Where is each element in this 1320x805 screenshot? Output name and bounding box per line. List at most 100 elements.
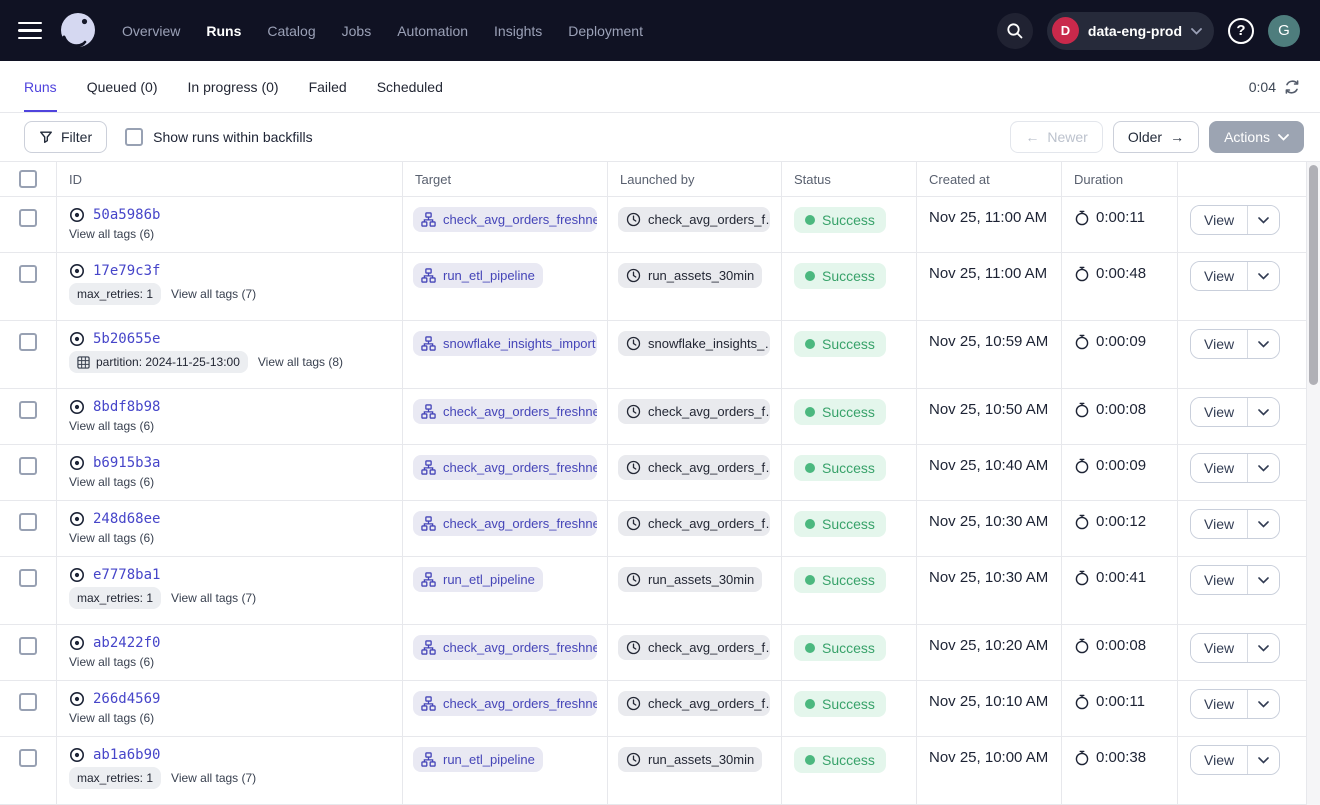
launched-by-pill[interactable]: check_avg_orders_f…	[618, 399, 770, 424]
view-all-tags-link[interactable]: View all tags (8)	[258, 355, 343, 369]
view-all-tags-link[interactable]: View all tags (7)	[171, 287, 256, 301]
target-pill[interactable]: check_avg_orders_freshne	[413, 691, 597, 716]
select-all-checkbox[interactable]	[19, 170, 37, 188]
view-dropdown-button[interactable]	[1247, 746, 1279, 774]
view-all-tags-link[interactable]: View all tags (6)	[69, 227, 154, 241]
view-dropdown-button[interactable]	[1247, 454, 1279, 482]
view-all-tags-link[interactable]: View all tags (6)	[69, 531, 154, 545]
view-dropdown-button[interactable]	[1247, 330, 1279, 358]
launched-by-pill[interactable]: run_assets_30min	[618, 747, 762, 772]
search-icon[interactable]	[997, 13, 1033, 49]
target-pill[interactable]: run_etl_pipeline	[413, 263, 543, 288]
view-button[interactable]: View	[1191, 262, 1247, 290]
row-checkbox[interactable]	[19, 569, 37, 587]
view-button[interactable]: View	[1191, 398, 1247, 426]
tag-pill[interactable]: max_retries: 1	[69, 587, 161, 609]
run-id-link[interactable]: 8bdf8b98	[93, 399, 160, 415]
tag-pill[interactable]: partition: 2024-11-25-13:00	[69, 351, 248, 373]
nav-item-deployment[interactable]: Deployment	[568, 23, 643, 39]
nav-item-overview[interactable]: Overview	[122, 23, 180, 39]
run-id-link[interactable]: 50a5986b	[93, 207, 160, 223]
target-pill[interactable]: run_etl_pipeline	[413, 567, 543, 592]
view-button[interactable]: View	[1191, 454, 1247, 482]
row-checkbox[interactable]	[19, 401, 37, 419]
row-checkbox[interactable]	[19, 637, 37, 655]
view-dropdown-button[interactable]	[1247, 566, 1279, 594]
nav-item-automation[interactable]: Automation	[397, 23, 468, 39]
view-button[interactable]: View	[1191, 746, 1247, 774]
view-dropdown-button[interactable]	[1247, 206, 1279, 234]
launched-by-pill[interactable]: run_assets_30min	[618, 567, 762, 592]
filter-button[interactable]: Filter	[24, 121, 107, 153]
view-button[interactable]: View	[1191, 206, 1247, 234]
view-all-tags-link[interactable]: View all tags (7)	[171, 771, 256, 785]
run-id-link[interactable]: 266d4569	[93, 691, 160, 707]
launched-by-pill[interactable]: check_avg_orders_f…	[618, 635, 770, 660]
tab-queued[interactable]: Queued (0)	[87, 61, 158, 112]
view-dropdown-button[interactable]	[1247, 690, 1279, 718]
row-checkbox[interactable]	[19, 457, 37, 475]
row-checkbox[interactable]	[19, 333, 37, 351]
run-id-link[interactable]: ab2422f0	[93, 635, 160, 651]
user-avatar[interactable]: G	[1268, 15, 1300, 47]
target-pill[interactable]: check_avg_orders_freshne	[413, 455, 597, 480]
older-button[interactable]: Older →	[1113, 121, 1199, 153]
target-pill[interactable]: snowflake_insights_import	[413, 331, 597, 356]
run-id-link[interactable]: 17e79c3f	[93, 263, 160, 279]
view-button[interactable]: View	[1191, 634, 1247, 662]
launched-by-pill[interactable]: check_avg_orders_f…	[618, 511, 770, 536]
newer-button[interactable]: ← Newer	[1010, 121, 1102, 153]
help-icon[interactable]: ?	[1228, 18, 1254, 44]
view-all-tags-link[interactable]: View all tags (7)	[171, 591, 256, 605]
backfills-checkbox[interactable]	[125, 128, 143, 146]
tab-runs[interactable]: Runs	[24, 61, 57, 112]
launched-by-pill[interactable]: check_avg_orders_f…	[618, 207, 770, 232]
view-dropdown-button[interactable]	[1247, 510, 1279, 538]
view-all-tags-link[interactable]: View all tags (6)	[69, 419, 154, 433]
run-id-link[interactable]: e7778ba1	[93, 567, 160, 583]
view-dropdown-button[interactable]	[1247, 398, 1279, 426]
tag-pill[interactable]: max_retries: 1	[69, 283, 161, 305]
target-pill[interactable]: check_avg_orders_freshne	[413, 635, 597, 660]
run-id-link[interactable]: b6915b3a	[93, 455, 160, 471]
view-button[interactable]: View	[1191, 510, 1247, 538]
row-checkbox[interactable]	[19, 265, 37, 283]
view-dropdown-button[interactable]	[1247, 634, 1279, 662]
deployment-switcher[interactable]: D data-eng-prod	[1047, 12, 1214, 50]
target-pill[interactable]: run_etl_pipeline	[413, 747, 543, 772]
actions-button[interactable]: Actions	[1209, 121, 1304, 153]
row-checkbox[interactable]	[19, 749, 37, 767]
tab-failed[interactable]: Failed	[309, 61, 347, 112]
row-checkbox[interactable]	[19, 513, 37, 531]
nav-item-runs[interactable]: Runs	[206, 23, 241, 39]
target-pill[interactable]: check_avg_orders_freshne	[413, 399, 597, 424]
tab-scheduled[interactable]: Scheduled	[377, 61, 443, 112]
launched-by-pill[interactable]: snowflake_insights_…	[618, 331, 770, 356]
view-dropdown-button[interactable]	[1247, 262, 1279, 290]
run-id-link[interactable]: 248d68ee	[93, 511, 160, 527]
target-pill[interactable]: check_avg_orders_freshne	[413, 207, 597, 232]
view-button[interactable]: View	[1191, 330, 1247, 358]
scrollbar-thumb[interactable]	[1309, 165, 1318, 385]
row-checkbox[interactable]	[19, 209, 37, 227]
view-button[interactable]: View	[1191, 566, 1247, 594]
view-all-tags-link[interactable]: View all tags (6)	[69, 711, 154, 725]
launched-by-pill[interactable]: check_avg_orders_f…	[618, 691, 770, 716]
nav-item-jobs[interactable]: Jobs	[342, 23, 372, 39]
nav-item-catalog[interactable]: Catalog	[267, 23, 315, 39]
view-all-tags-link[interactable]: View all tags (6)	[69, 475, 154, 489]
tag-pill[interactable]: max_retries: 1	[69, 767, 161, 789]
nav-item-insights[interactable]: Insights	[494, 23, 542, 39]
refresh-icon[interactable]	[1284, 79, 1300, 95]
target-pill[interactable]: check_avg_orders_freshne	[413, 511, 597, 536]
view-button[interactable]: View	[1191, 690, 1247, 718]
run-id-link[interactable]: 5b20655e	[93, 331, 160, 347]
menu-icon[interactable]	[18, 22, 42, 40]
view-all-tags-link[interactable]: View all tags (6)	[69, 655, 154, 669]
launched-by-pill[interactable]: run_assets_30min	[618, 263, 762, 288]
row-checkbox[interactable]	[19, 693, 37, 711]
tab-in-progress[interactable]: In progress (0)	[188, 61, 279, 112]
launched-by-pill[interactable]: check_avg_orders_f…	[618, 455, 770, 480]
run-id-link[interactable]: ab1a6b90	[93, 747, 160, 763]
vertical-scrollbar[interactable]	[1307, 162, 1320, 805]
